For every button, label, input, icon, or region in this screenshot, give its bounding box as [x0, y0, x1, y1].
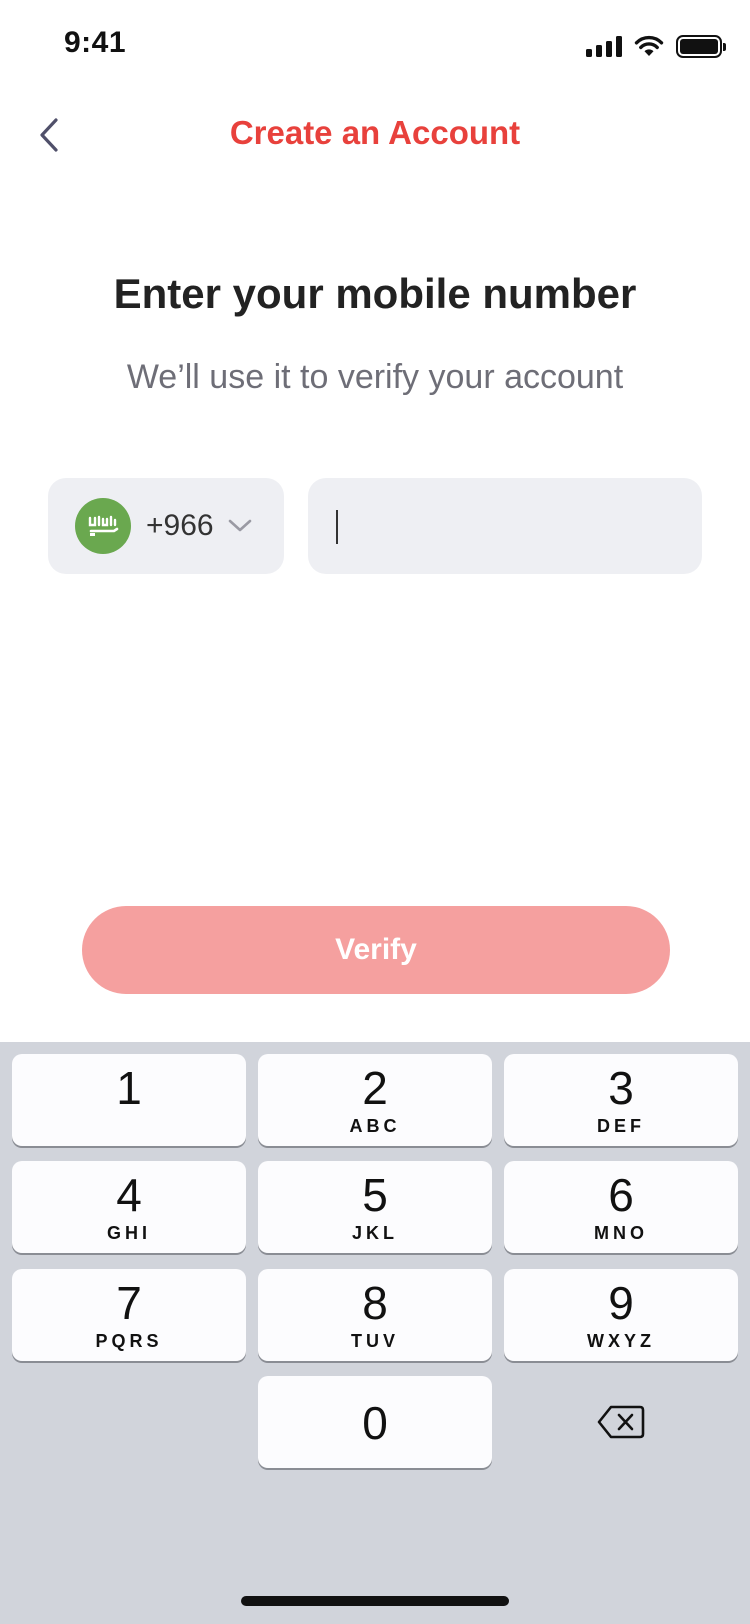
wifi-icon	[634, 35, 664, 56]
battery-icon	[676, 34, 726, 58]
home-indicator	[241, 1596, 509, 1606]
delete-key[interactable]	[504, 1376, 738, 1468]
key-5[interactable]: 5 JKL	[258, 1161, 492, 1253]
key-digit: 8	[362, 1277, 388, 1329]
key-digit: 6	[608, 1169, 634, 1221]
key-3[interactable]: 3 DEF	[504, 1054, 738, 1146]
key-letters: ABC	[349, 1116, 401, 1136]
chevron-down-icon	[228, 519, 252, 533]
key-digit: 4	[116, 1169, 142, 1221]
nav-header: Create an Account	[0, 100, 750, 170]
page-title: Create an Account	[229, 114, 521, 151]
subheading: We’ll use it to verify your account	[126, 358, 624, 396]
heading: Enter your mobile number	[113, 270, 637, 317]
key-letters: JKL	[351, 1223, 398, 1243]
status-bar: 9:41	[0, 0, 750, 90]
key-digit: 9	[608, 1277, 634, 1329]
phone-number-input[interactable]	[308, 478, 702, 574]
text-cursor	[336, 510, 338, 544]
key-letters: WXYZ	[587, 1331, 655, 1351]
key-digit: 0	[362, 1397, 388, 1449]
status-time: 9:41	[64, 26, 127, 59]
key-0[interactable]: 0	[258, 1376, 492, 1468]
key-6[interactable]: 6 MNO	[504, 1161, 738, 1253]
key-digit: 3	[608, 1062, 634, 1114]
backspace-icon	[597, 1405, 645, 1439]
key-1[interactable]: 1	[12, 1054, 246, 1146]
key-9[interactable]: 9 WXYZ	[504, 1269, 738, 1361]
key-8[interactable]: 8 TUV	[258, 1269, 492, 1361]
key-letters: PQRS	[95, 1331, 163, 1351]
verify-button[interactable]: Verify	[82, 906, 670, 994]
key-letters: GHI	[106, 1223, 151, 1243]
dial-code: +966	[146, 509, 214, 542]
key-letters: MNO	[594, 1223, 648, 1243]
cellular-signal-icon	[586, 35, 622, 57]
key-letters: TUV	[351, 1331, 399, 1351]
key-digit: 1	[116, 1062, 142, 1114]
country-code-picker[interactable]: +966	[48, 478, 284, 574]
status-icons	[586, 34, 726, 58]
key-4[interactable]: 4 GHI	[12, 1161, 246, 1253]
key-7[interactable]: 7 PQRS	[12, 1269, 246, 1361]
key-digit: 7	[116, 1277, 142, 1329]
key-digit: 5	[362, 1169, 388, 1221]
key-digit: 2	[362, 1062, 388, 1114]
key-2[interactable]: 2 ABC	[258, 1054, 492, 1146]
key-letters: DEF	[597, 1116, 645, 1136]
saudi-flag-icon	[75, 498, 131, 554]
